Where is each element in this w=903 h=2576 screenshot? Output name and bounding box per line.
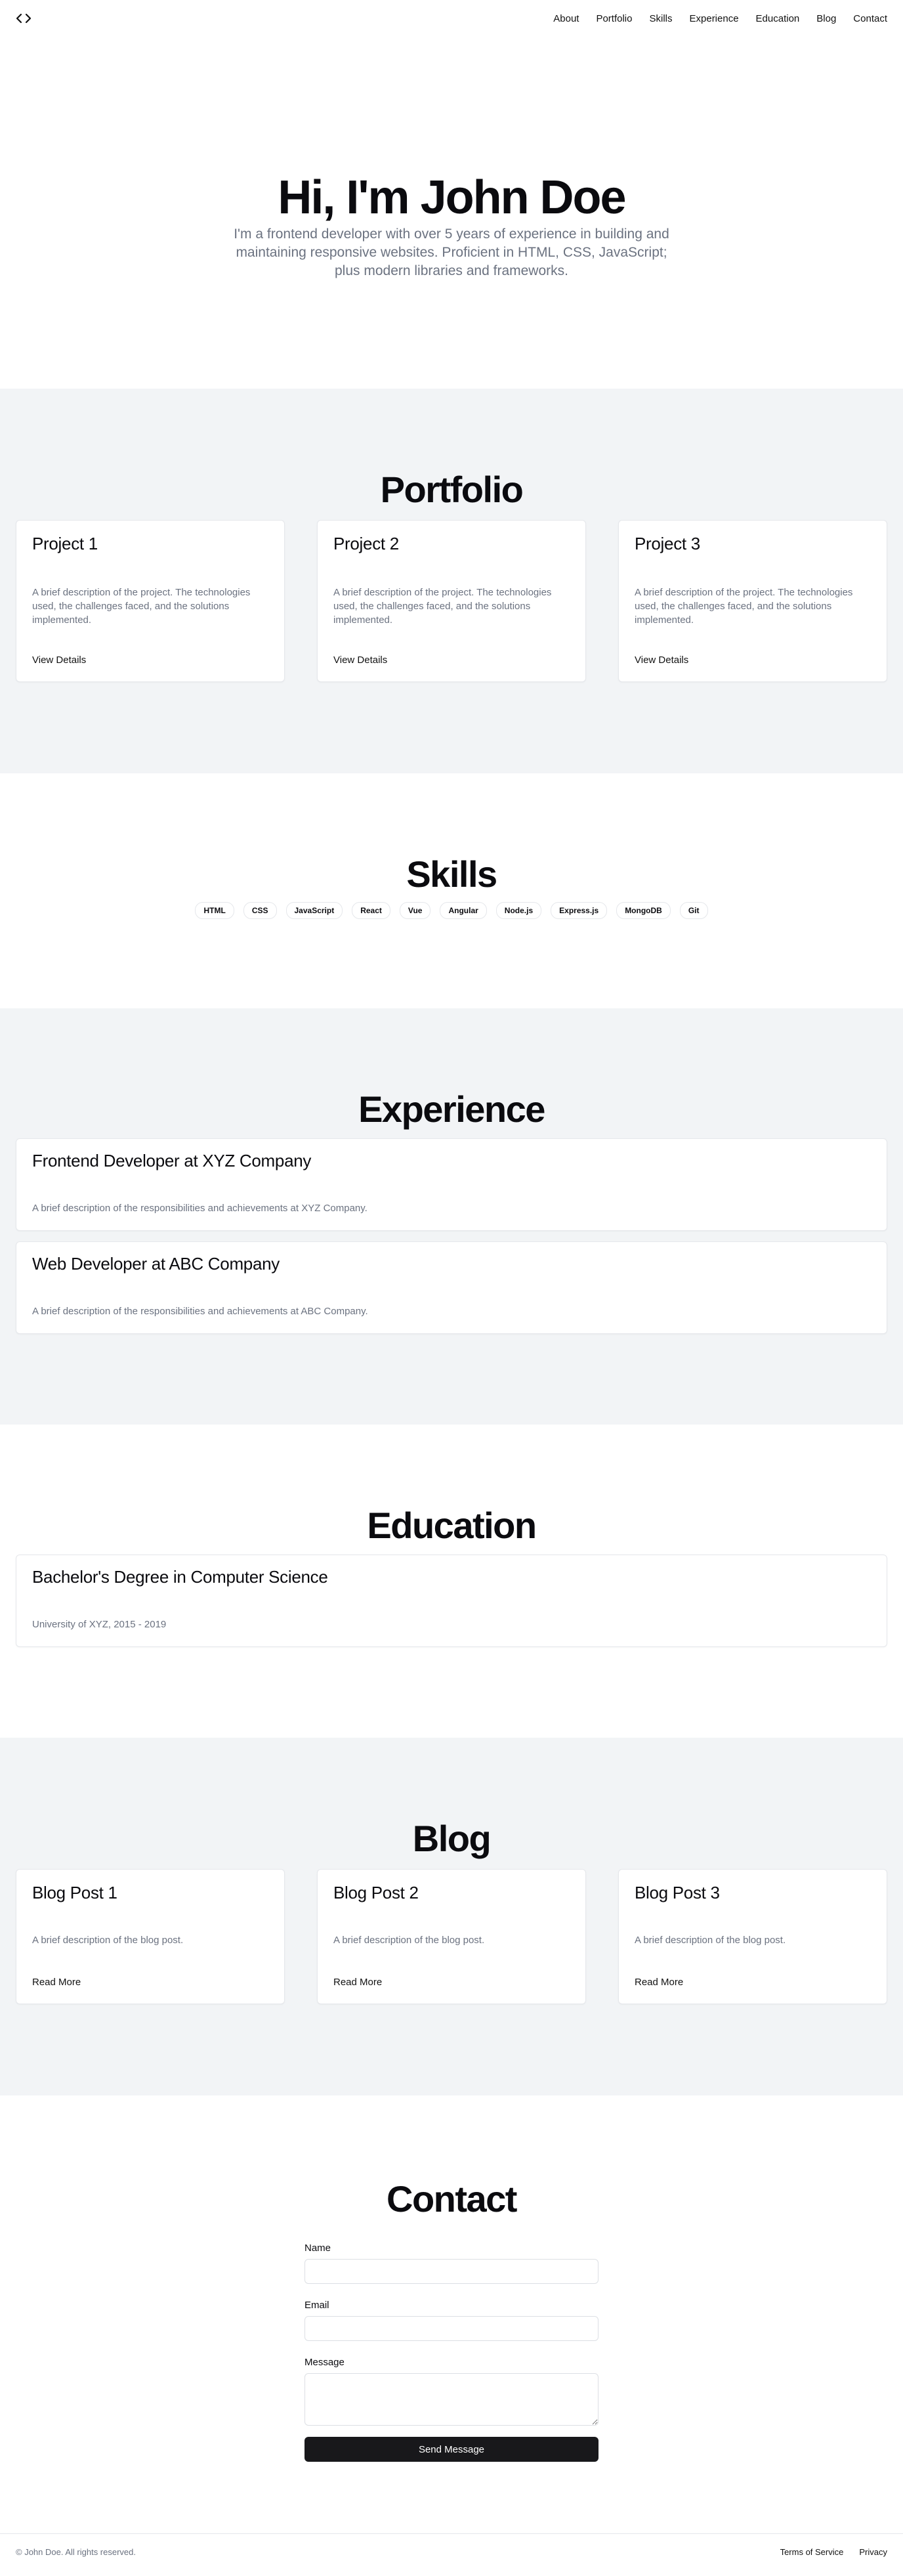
view-details-link[interactable]: View Details <box>635 655 688 666</box>
skill-badge: Vue <box>399 902 431 919</box>
read-more-link[interactable]: Read More <box>635 1977 683 1988</box>
blog-card: Blog Post 1 A brief description of the b… <box>16 1869 285 2004</box>
experience-job-title: Frontend Developer at XYZ Company <box>32 1151 312 1170</box>
skill-badge: HTML <box>195 902 234 919</box>
experience-card: Frontend Developer at XYZ Company A brie… <box>16 1138 887 1231</box>
project-description: A brief description of the project. The … <box>635 587 853 626</box>
skill-badge: MongoDB <box>616 902 671 919</box>
nav-link-about[interactable]: About <box>553 13 579 24</box>
project-title: Project 2 <box>333 534 399 553</box>
education-card: Bachelor's Degree in Computer Science Un… <box>16 1555 887 1647</box>
footer: © John Doe. All rights reserved. Terms o… <box>0 2533 903 2569</box>
top-navbar: About Portfolio Skills Experience Educat… <box>0 0 903 37</box>
blog-card: Blog Post 2 A brief description of the b… <box>317 1869 586 2004</box>
hero-subtitle: I'm a frontend developer with over 5 yea… <box>234 226 669 278</box>
education-list: Bachelor's Degree in Computer Science Un… <box>0 1555 903 1647</box>
portfolio-cards: Project 1 A brief description of the pro… <box>0 520 903 682</box>
blog-post-title: Blog Post 3 <box>635 1883 720 1902</box>
send-message-button[interactable]: Send Message <box>304 2437 598 2462</box>
education-title: Education <box>367 1505 537 1546</box>
blog-title: Blog <box>412 1818 492 1859</box>
education-degree: Bachelor's Degree in Computer Science <box>32 1567 328 1587</box>
education-section: Education Bachelor's Degree in Computer … <box>0 1425 903 1738</box>
project-card: Project 2 A brief description of the pro… <box>317 520 586 682</box>
skill-badge: CSS <box>243 902 277 919</box>
skills-list: HTML CSS JavaScript React Vue Angular No… <box>0 902 903 919</box>
email-label: Email <box>304 2300 329 2311</box>
code-brackets-icon[interactable] <box>16 12 33 25</box>
blog-post-title: Blog Post 2 <box>333 1883 419 1902</box>
blog-cards: Blog Post 1 A brief description of the b… <box>0 1869 903 2004</box>
skill-badge: Git <box>679 902 708 919</box>
skill-badge: JavaScript <box>285 902 343 919</box>
nav-link-portfolio[interactable]: Portfolio <box>596 13 632 24</box>
message-label: Message <box>304 2357 345 2368</box>
skill-badge: Angular <box>440 902 487 919</box>
project-description: A brief description of the project. The … <box>333 587 552 626</box>
blog-card: Blog Post 3 A brief description of the b… <box>618 1869 887 2004</box>
blog-post-description: A brief description of the blog post. <box>635 1935 786 1946</box>
portfolio-section: Portfolio Project 1 A brief description … <box>0 389 903 773</box>
experience-job-title: Web Developer at ABC Company <box>32 1254 280 1274</box>
skill-badge: React <box>352 902 390 919</box>
read-more-link[interactable]: Read More <box>333 1977 382 1988</box>
message-textarea[interactable] <box>304 2373 598 2426</box>
email-input[interactable] <box>304 2316 598 2341</box>
read-more-link[interactable]: Read More <box>32 1977 81 1988</box>
hero-title: Hi, I'm John Doe <box>278 171 626 224</box>
view-details-link[interactable]: View Details <box>32 655 86 666</box>
contact-form: Name Email Message Send Message <box>304 2243 598 2462</box>
privacy-link[interactable]: Privacy <box>859 2547 887 2557</box>
experience-description: A brief description of the responsibilit… <box>32 1203 368 1214</box>
skill-badge: Node.js <box>495 902 542 919</box>
experience-description: A brief description of the responsibilit… <box>32 1306 368 1317</box>
experience-list: Frontend Developer at XYZ Company A brie… <box>0 1138 903 1334</box>
portfolio-title: Portfolio <box>380 469 524 510</box>
nav-links: About Portfolio Skills Experience Educat… <box>553 13 887 24</box>
experience-title: Experience <box>358 1088 545 1130</box>
name-label: Name <box>304 2243 331 2254</box>
footer-links: Terms of Service Privacy <box>780 2547 887 2557</box>
experience-section: Experience Frontend Developer at XYZ Com… <box>0 1008 903 1425</box>
nav-link-education[interactable]: Education <box>756 13 800 24</box>
project-card: Project 3 A brief description of the pro… <box>618 520 887 682</box>
nav-link-contact[interactable]: Contact <box>853 13 887 24</box>
blog-post-description: A brief description of the blog post. <box>32 1935 184 1946</box>
project-description: A brief description of the project. The … <box>32 587 251 626</box>
view-details-link[interactable]: View Details <box>333 655 387 666</box>
experience-card: Web Developer at ABC Company A brief des… <box>16 1241 887 1334</box>
project-title: Project 3 <box>635 534 700 553</box>
blog-post-description: A brief description of the blog post. <box>333 1935 485 1946</box>
blog-section: Blog Blog Post 1 A brief description of … <box>0 1738 903 2095</box>
name-input[interactable] <box>304 2259 598 2284</box>
education-details: University of XYZ, 2015 - 2019 <box>32 1619 167 1630</box>
blog-post-title: Blog Post 1 <box>32 1883 117 1902</box>
copyright-text: © John Doe. All rights reserved. <box>16 2546 136 2557</box>
nav-link-experience[interactable]: Experience <box>690 13 739 24</box>
nav-link-blog[interactable]: Blog <box>816 13 836 24</box>
nav-link-skills[interactable]: Skills <box>649 13 672 24</box>
terms-of-service-link[interactable]: Terms of Service <box>780 2547 844 2557</box>
skills-section: Skills HTML CSS JavaScript React Vue Ang… <box>0 773 903 1008</box>
project-card: Project 1 A brief description of the pro… <box>16 520 285 682</box>
skills-title: Skills <box>406 853 497 895</box>
contact-section: Contact Name Email Message Send Message <box>0 2095 903 2533</box>
skill-badge: Express.js <box>551 902 608 919</box>
contact-title: Contact <box>387 2178 517 2220</box>
project-title: Project 1 <box>32 534 98 553</box>
hero-section: Hi, I'm John Doe I'm a frontend develope… <box>0 37 903 389</box>
